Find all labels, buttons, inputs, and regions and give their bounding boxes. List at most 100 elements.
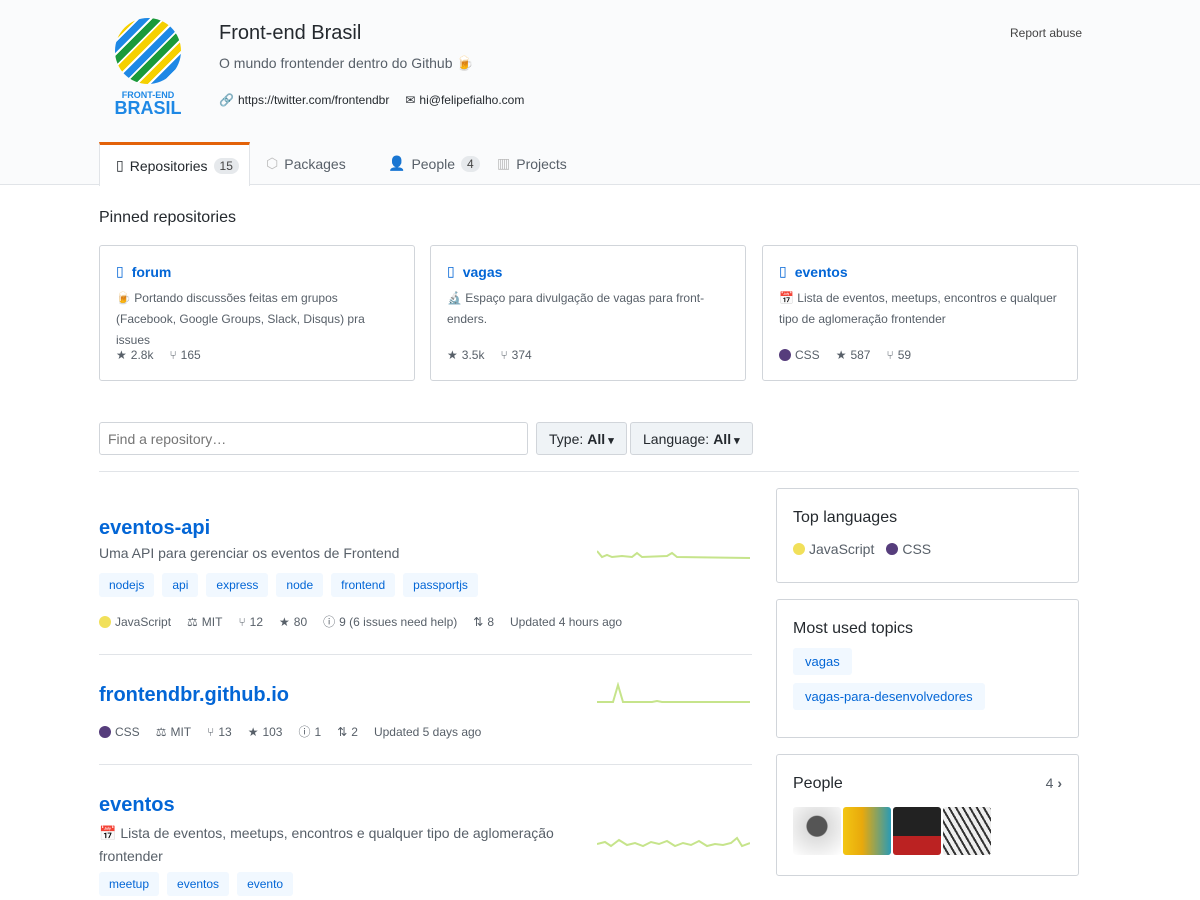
pr-icon: ⇅: [473, 614, 484, 629]
member-avatar[interactable]: [793, 807, 841, 855]
star-icon: ★: [447, 348, 458, 362]
repo-search-input[interactable]: [99, 422, 528, 455]
language: CSS: [779, 348, 820, 362]
org-logo: FRONT-END BRASIL: [110, 18, 186, 117]
forks[interactable]: ⑂ 165: [169, 348, 200, 362]
topic-tag[interactable]: evento: [237, 872, 294, 896]
repo-icon: ▯: [447, 263, 455, 279]
type-filter-button[interactable]: Type: All: [536, 422, 627, 455]
mail-icon: ✉: [405, 93, 416, 107]
star-icon: ★: [247, 724, 259, 739]
calendar-emoji-icon: 📅: [779, 291, 794, 305]
member-avatar[interactable]: [943, 807, 991, 855]
repo-meta: JavaScript ⚖ MIT ⑂ 12 ★ 80 ⓘ 9 (6 issues nee…: [99, 613, 622, 630]
updated: Updated 5 days ago: [373, 724, 482, 739]
pinned-card: ▯ forum 🍺 Portando discussões feitas em g…: [99, 245, 415, 381]
repo-icon: ▯: [116, 157, 124, 173]
forks[interactable]: ⑂ 59: [886, 348, 911, 362]
tab-people[interactable]: 👤 People 4: [372, 142, 496, 185]
activity-sparkline: [597, 682, 750, 703]
activity-sparkline: [597, 836, 750, 848]
pr-icon: ⇅: [337, 724, 348, 739]
star-icon: ★: [835, 348, 847, 362]
beer-emoji-icon: 🍺: [456, 55, 474, 71]
repo-link[interactable]: eventos-api: [99, 517, 210, 540]
language-css[interactable]: CSS: [886, 541, 931, 557]
repo-link[interactable]: vagas: [463, 264, 503, 280]
org-name: Front-end Brasil: [219, 22, 362, 44]
top-languages-box: Top languages JavaScript CSS: [776, 488, 1079, 583]
topic-tag[interactable]: eventos: [167, 872, 230, 896]
chevron-right-icon: ›: [1057, 775, 1062, 791]
topic-tag[interactable]: api: [162, 573, 199, 597]
language-filter-button[interactable]: Language: All: [630, 422, 753, 455]
repo-meta: CSS ⚖ MIT ⑂ 13 ★ 103 ⓘ 1 ⇅ 2 Updated 5 days a…: [99, 723, 481, 740]
member-avatar[interactable]: [893, 807, 941, 855]
divider: [99, 471, 1079, 472]
repo-link[interactable]: forum: [132, 264, 172, 280]
stars[interactable]: ★ 587: [836, 348, 871, 362]
beer-emoji-icon: 🍺: [116, 291, 131, 305]
stars[interactable]: ★ 80: [279, 615, 307, 629]
star-icon: ★: [116, 348, 127, 362]
repo-link[interactable]: eventos: [795, 264, 848, 280]
pull-requests[interactable]: ⇅ 2: [337, 725, 358, 739]
license: ⚖ MIT: [187, 614, 223, 629]
divider: [99, 654, 752, 655]
topic-tag[interactable]: express: [206, 573, 269, 597]
forks[interactable]: ⑂ 13: [207, 725, 232, 739]
stars[interactable]: ★ 103: [248, 725, 283, 739]
email-link[interactable]: ✉ hi@felipefialho.com: [405, 93, 524, 107]
fork-icon: ⑂: [886, 348, 894, 362]
law-icon: ⚖: [155, 724, 167, 739]
topic-tag[interactable]: nodejs: [99, 573, 155, 597]
topic-tag[interactable]: vagas: [793, 648, 852, 675]
stars[interactable]: ★ 2.8k: [116, 348, 153, 362]
twitter-link[interactable]: 🔗 https://twitter.com/frontendbr: [219, 93, 389, 107]
issue-icon: ⓘ: [323, 615, 336, 629]
member-avatar[interactable]: [843, 807, 891, 855]
people-title: People: [793, 775, 843, 792]
people-count-link[interactable]: 4 ›: [1046, 775, 1062, 793]
report-abuse-link[interactable]: Report abuse: [1010, 26, 1082, 40]
topics-box: Most used topics vagas vagas-para-desenv…: [776, 599, 1079, 738]
microscope-emoji-icon: 🔬: [447, 291, 462, 305]
topic-tag[interactable]: node: [276, 573, 324, 597]
updated: Updated 4 hours ago: [510, 614, 623, 629]
activity-sparkline: [597, 550, 750, 559]
repo-icon: ▯: [779, 263, 787, 279]
top-languages-title: Top languages: [793, 509, 898, 526]
pinned-card: ▯ vagas 🔬 Espaço para divulgação de vagas…: [430, 245, 746, 381]
forks[interactable]: ⑂ 374: [500, 348, 531, 362]
forks[interactable]: ⑂ 12: [238, 615, 263, 629]
tab-packages[interactable]: ⬡ Packages: [250, 142, 362, 185]
pinned-heading: Pinned repositories: [99, 209, 236, 226]
fork-icon: ⑂: [169, 348, 177, 362]
license: ⚖ MIT: [155, 724, 192, 739]
topic-tag[interactable]: vagas-para-desenvolvedores: [793, 683, 985, 710]
person-icon: 👤: [388, 155, 406, 171]
repo-description: 📅 Lista de eventos, meetups, encontros e…: [99, 825, 554, 864]
pull-requests[interactable]: ⇅ 8: [473, 615, 494, 629]
tab-repositories[interactable]: ▯ Repositories 15: [99, 142, 250, 186]
stars[interactable]: ★ 3.5k: [447, 348, 484, 362]
repo-description: Uma API para gerenciar os eventos de Fro…: [99, 545, 400, 561]
topic-tag[interactable]: frontend: [331, 573, 396, 597]
repo-link[interactable]: frontendbr.github.io: [99, 684, 289, 707]
topic-tag[interactable]: meetup: [99, 872, 160, 896]
org-description: O mundo frontender dentro do Github 🍺: [219, 55, 474, 71]
divider: [99, 764, 752, 765]
repo-link[interactable]: eventos: [99, 794, 175, 817]
link-icon: 🔗: [219, 93, 234, 107]
package-icon: ⬡: [266, 155, 279, 171]
law-icon: ⚖: [187, 614, 198, 629]
star-icon: ★: [279, 614, 290, 629]
tab-projects[interactable]: ▥ Projects: [481, 142, 583, 185]
fork-icon: ⑂: [500, 348, 508, 362]
language-javascript[interactable]: JavaScript: [793, 541, 874, 557]
topic-tag[interactable]: passportjs: [403, 573, 478, 597]
fork-icon: ⑂: [238, 614, 246, 629]
issues[interactable]: ⓘ 9 (6 issues need help): [323, 613, 457, 630]
calendar-emoji-icon: 📅: [99, 825, 117, 841]
issues[interactable]: ⓘ 1: [298, 723, 321, 740]
